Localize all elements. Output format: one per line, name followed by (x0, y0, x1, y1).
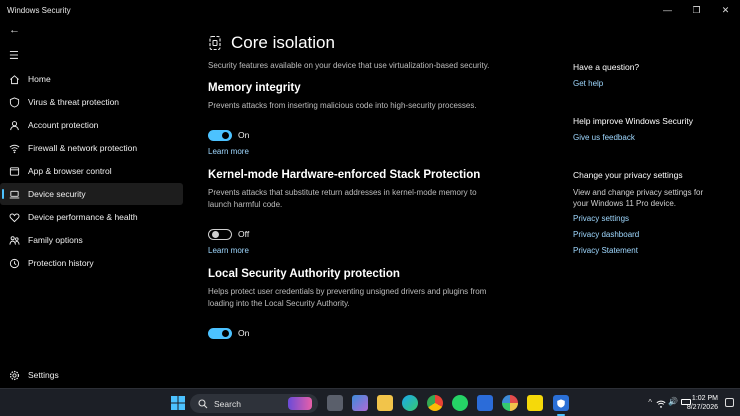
privacy-dashboard-link[interactable]: Privacy dashboard (573, 230, 733, 239)
toggle-knob (222, 329, 229, 337)
memory-integrity-state: On (238, 130, 250, 140)
heart-icon (8, 211, 20, 223)
search-icon (198, 398, 208, 408)
stack-protection-learn-more-link[interactable]: Learn more (208, 246, 538, 255)
page-header: Core isolation (208, 28, 538, 58)
sidebar-item-label: Account protection (28, 120, 99, 130)
right-panel: Have a question? Get help Help improve W… (573, 62, 733, 255)
sidebar-item-device-security[interactable]: Device security (0, 183, 183, 205)
memory-integrity-title: Memory integrity (208, 81, 301, 94)
stack-protection-title: Kernel-mode Hardware-enforced Stack Prot… (208, 169, 481, 181)
privacy-statement-link[interactable]: Privacy Statement (573, 246, 733, 255)
give-feedback-link[interactable]: Give us feedback (573, 133, 733, 142)
main-content: Core isolation Security features availab… (208, 28, 538, 340)
wifi-tray-icon[interactable] (656, 396, 666, 414)
colorful-app-icon[interactable] (502, 395, 518, 411)
sidebar-item-settings[interactable]: Settings (0, 364, 183, 386)
privacy-settings-link[interactable]: Privacy settings (573, 214, 733, 223)
get-help-link[interactable]: Get help (573, 79, 733, 88)
lsa-protection-toggle-row: On (208, 326, 538, 340)
window-title: Windows Security (7, 5, 71, 15)
clock-date: 8/27/2026 (686, 404, 718, 411)
toggle-knob (222, 131, 229, 139)
window-controls: — ❐ ✕ (653, 0, 740, 20)
laptop-icon (8, 188, 20, 200)
shield-icon (8, 96, 20, 108)
sidebar-item-virus-threat-protection[interactable]: Virus & threat protection (0, 91, 183, 113)
taskbar: Search ^ 🔊 1:02 PM 8/27/2026 (0, 388, 740, 416)
chevron-up-icon[interactable]: ^ (648, 398, 652, 407)
sidebar-item-label: Device performance & health (28, 212, 138, 222)
title-bar: Windows Security — ❐ ✕ (0, 0, 740, 20)
sidebar-item-label: Device security (28, 189, 86, 199)
sidebar-item-label: Virus & threat protection (28, 97, 120, 107)
trello-icon[interactable] (477, 395, 493, 411)
sidebar-item-label: Firewall & network protection (28, 143, 138, 153)
page-description: Security features available on your devi… (208, 61, 490, 70)
sidebar-item-label: App & browser control (28, 166, 112, 176)
notifications-icon[interactable] (725, 398, 734, 407)
lsa-protection-state: On (238, 328, 250, 338)
core-isolation-chip-icon (208, 35, 222, 51)
sidebar-item-firewall-network[interactable]: Firewall & network protection (0, 137, 183, 159)
home-icon (8, 73, 20, 85)
sidebar-item-label: Family options (28, 235, 83, 245)
lsa-protection-description: Helps protect user credentials by preven… (208, 287, 487, 308)
sidebar-item-home[interactable]: Home (0, 68, 183, 90)
maximize-button[interactable]: ❐ (682, 0, 711, 20)
search-highlight-image (288, 397, 312, 410)
sidebar-item-app-browser-control[interactable]: App & browser control (0, 160, 183, 182)
clock[interactable]: 1:02 PM 8/27/2026 (687, 394, 718, 412)
close-button[interactable]: ✕ (711, 0, 740, 20)
question-heading: Have a question? (573, 62, 640, 72)
lsa-protection-title: Local Security Authority protection (208, 268, 400, 280)
improve-heading: Help improve Windows Security (573, 116, 693, 126)
sidebar-item-device-performance-health[interactable]: Device performance & health (0, 206, 183, 228)
privacy-heading: Change your privacy settings (573, 170, 683, 180)
gear-icon (8, 369, 20, 381)
sticky-notes-icon[interactable] (527, 395, 543, 411)
sidebar-item-label: Settings (28, 370, 59, 380)
start-button[interactable] (170, 395, 186, 411)
sidebar-item-protection-history[interactable]: Protection history (0, 252, 183, 274)
chrome-icon[interactable] (427, 395, 443, 411)
sidebar-item-label: Protection history (28, 258, 94, 268)
search-placeholder: Search (214, 398, 241, 409)
toggle-knob (212, 230, 219, 238)
privacy-description: View and change privacy settings for you… (573, 188, 704, 208)
history-icon (8, 257, 20, 269)
stack-protection-state: Off (238, 229, 250, 239)
widgets-icon[interactable] (352, 395, 368, 411)
hamburger-menu-icon[interactable]: ☰ (9, 49, 19, 62)
stack-protection-toggle-row: Off (208, 227, 538, 241)
sidebar-item-account-protection[interactable]: Account protection (0, 114, 183, 136)
edge-icon[interactable] (402, 395, 418, 411)
sidebar: ← ☰ Home Virus & threat protection Accou… (0, 20, 186, 388)
windows-security-taskbar-icon[interactable] (553, 395, 569, 411)
stack-protection-description: Prevents attacks that substitute return … (208, 188, 477, 209)
sidebar-item-label: Home (28, 74, 51, 84)
person-icon (8, 119, 20, 131)
volume-icon[interactable]: 🔊 (668, 397, 678, 406)
memory-integrity-learn-more-link[interactable]: Learn more (208, 147, 538, 156)
memory-integrity-description: Prevents attacks from inserting maliciou… (208, 100, 477, 110)
back-arrow-icon[interactable]: ← (9, 24, 20, 36)
stack-protection-toggle[interactable] (208, 228, 232, 240)
windows-logo-icon (171, 396, 185, 410)
sidebar-item-family-options[interactable]: Family options (0, 229, 183, 251)
family-icon (8, 234, 20, 246)
memory-integrity-toggle-row: On (208, 128, 538, 142)
minimize-button[interactable]: — (653, 0, 682, 20)
memory-integrity-toggle[interactable] (208, 129, 232, 141)
file-explorer-icon[interactable] (377, 395, 393, 411)
app-window-icon (8, 165, 20, 177)
page-title: Core isolation (231, 33, 335, 52)
clock-time: 1:02 PM (691, 395, 718, 402)
wifi-icon (8, 142, 20, 154)
whatsapp-icon[interactable] (452, 395, 468, 411)
task-view-icon[interactable] (327, 395, 343, 411)
taskbar-search[interactable]: Search (190, 394, 318, 413)
lsa-protection-toggle[interactable] (208, 327, 232, 339)
